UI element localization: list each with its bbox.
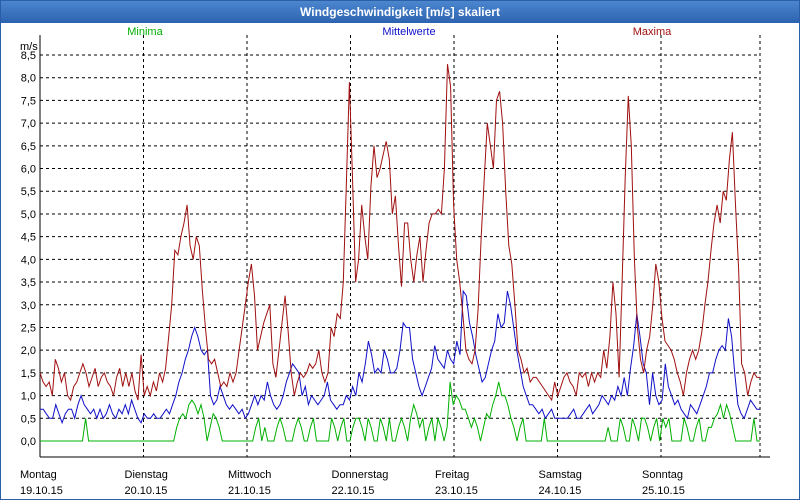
x-tick-day: Sonntag bbox=[642, 469, 683, 481]
x-tick-day: Montag bbox=[20, 469, 57, 481]
x-tick-day: Donnerstag bbox=[332, 469, 389, 481]
y-tick-label: 4,5 bbox=[21, 232, 36, 244]
y-tick-label: 1,0 bbox=[21, 391, 36, 403]
legend-entry: Minima bbox=[127, 26, 163, 38]
y-tick-label: 8,0 bbox=[21, 73, 36, 85]
legend-entry: Maxima bbox=[633, 26, 672, 38]
y-tick-label: 1,5 bbox=[21, 368, 36, 380]
chart-grid bbox=[40, 35, 761, 457]
y-tick-label: 6,5 bbox=[21, 141, 36, 153]
x-tick-day: Dienstag bbox=[125, 469, 168, 481]
y-tick-label: 6,0 bbox=[21, 164, 36, 176]
y-tick-label: 5,5 bbox=[21, 186, 36, 198]
y-tick-label: 5,0 bbox=[21, 209, 36, 221]
x-tick-day: Freitag bbox=[435, 469, 469, 481]
chart-series bbox=[39, 64, 760, 442]
x-tick-date: 19.10.15 bbox=[20, 485, 63, 497]
x-tick-date: 23.10.15 bbox=[435, 485, 478, 497]
y-tick-label: 2,5 bbox=[21, 322, 36, 334]
y-tick-label: 0,5 bbox=[21, 413, 36, 425]
y-tick-label: 7,5 bbox=[21, 95, 36, 107]
y-tick-label: 3,5 bbox=[21, 277, 36, 289]
x-tick-date: 22.10.15 bbox=[332, 485, 375, 497]
y-axis-label: m/s bbox=[20, 41, 38, 53]
y-tick-label: 7,0 bbox=[21, 118, 36, 130]
x-tick-day: Mittwoch bbox=[228, 469, 271, 481]
y-tick-label: 0,0 bbox=[21, 436, 36, 448]
x-tick-date: 25.10.15 bbox=[642, 485, 685, 497]
legend-entry: Mittelwerte bbox=[382, 26, 435, 38]
x-tick-date: 21.10.15 bbox=[228, 485, 271, 497]
x-tick-date: 24.10.15 bbox=[539, 485, 582, 497]
x-tick-day: Samstag bbox=[539, 469, 582, 481]
wind-speed-chart: 0,0 0,5 1,0 1,5 2,0 2,5 3,0 3,5 4,0 4,5 5,0 5,5 6,0 6… bbox=[20, 26, 770, 497]
y-tick-label: 2,0 bbox=[21, 345, 36, 357]
x-tick-date: 20.10.15 bbox=[125, 485, 168, 497]
y-tick-label: 3,0 bbox=[21, 300, 36, 312]
y-tick-label: 4,0 bbox=[21, 254, 36, 266]
chart-labels: 0,0 0,5 1,0 1,5 2,0 2,5 3,0 3,5 4,0 4,5 5,0 5,5 6,0 6… bbox=[20, 26, 685, 497]
series-line-minima bbox=[40, 381, 760, 442]
